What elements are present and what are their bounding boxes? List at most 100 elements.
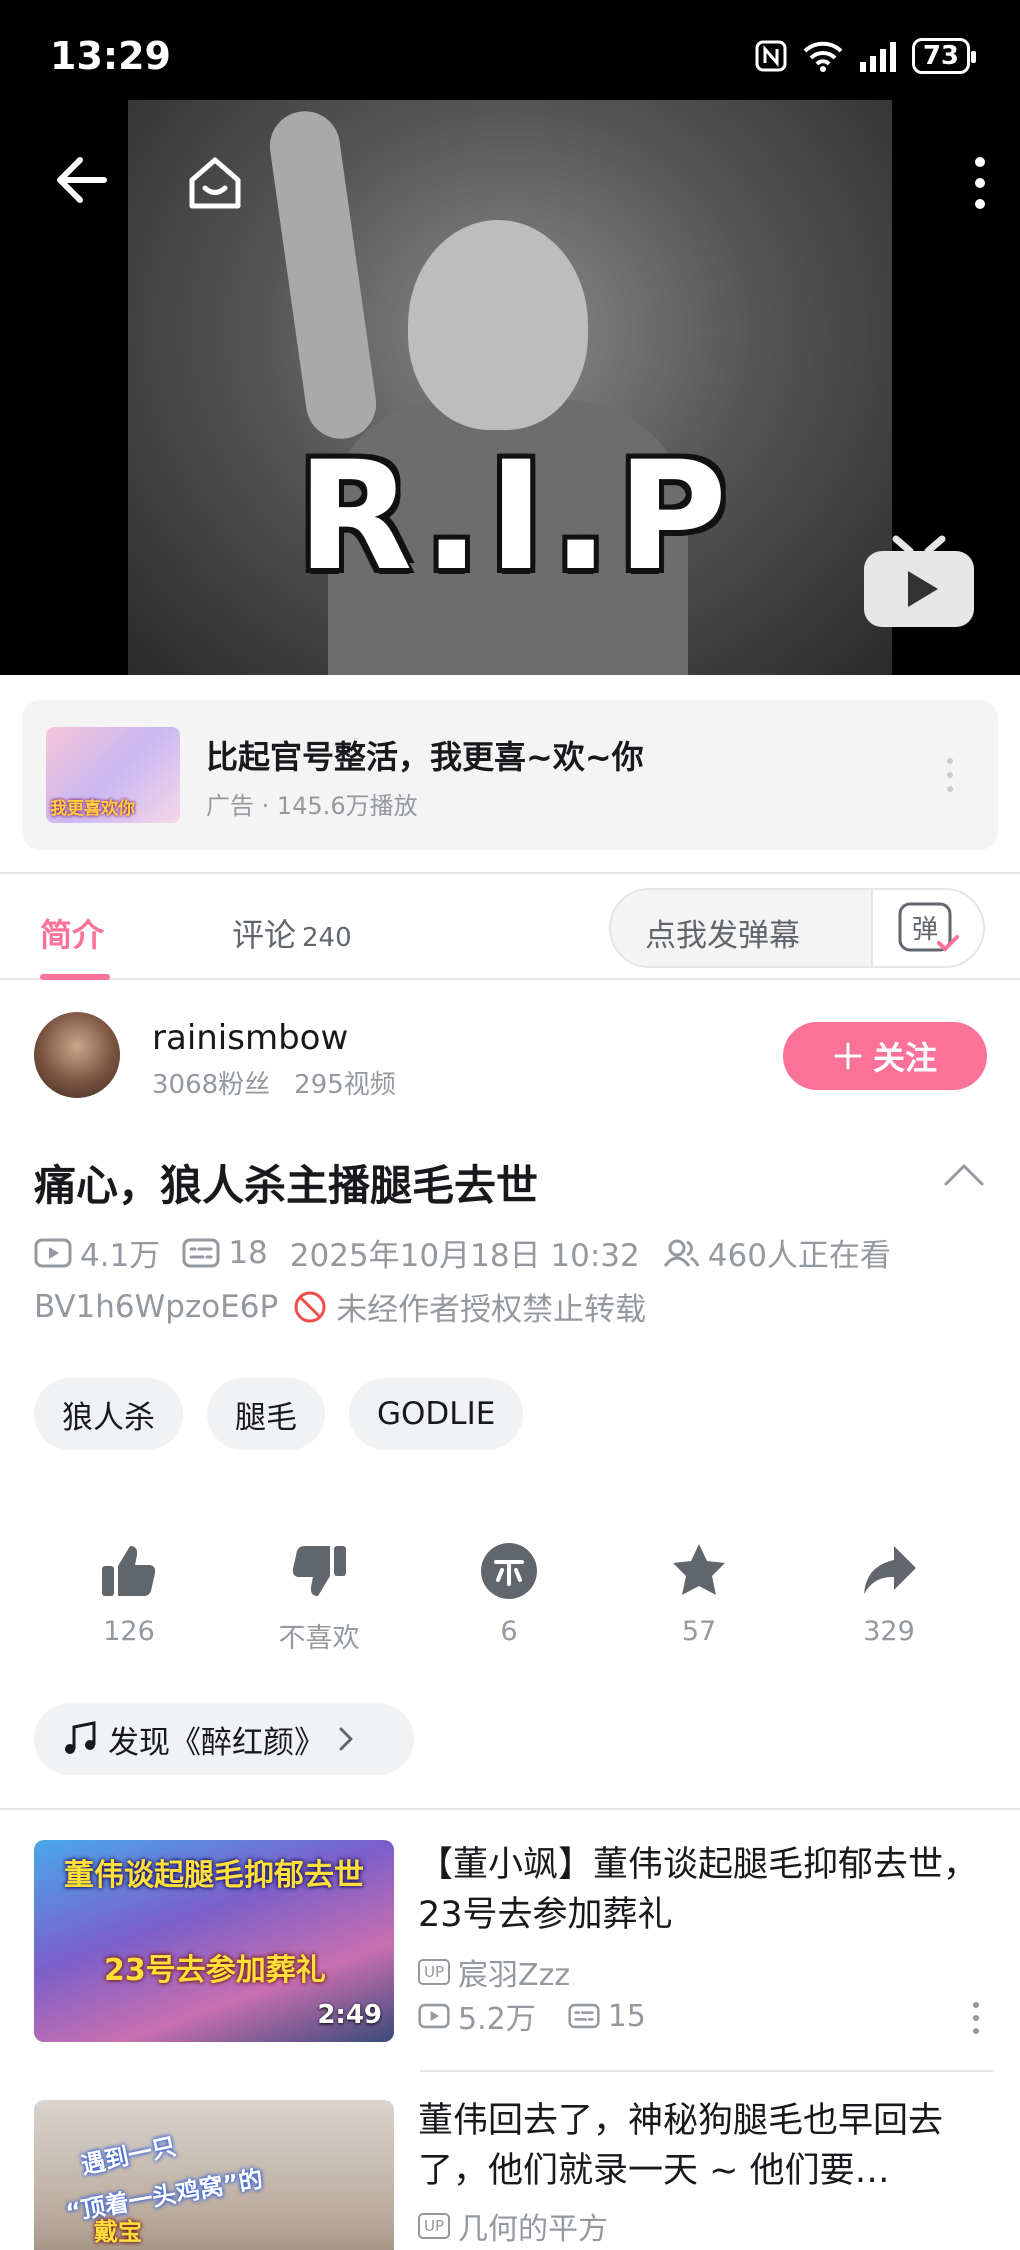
recommended-video[interactable]: 遇到一只 “顶着一头鸡窝”的 戴宝 董伟回去了，神秘狗腿毛也早回去了，他们就录一… [34, 2100, 994, 2250]
music-note-icon [65, 1721, 96, 1754]
up-badge: UP [418, 1959, 451, 1985]
uploader-fans: 3068粉丝 [152, 1070, 271, 1100]
signal-icon [859, 42, 896, 72]
dislike-label: 不喜欢 [278, 1623, 360, 1654]
plus-icon [834, 1042, 862, 1070]
tag-chip[interactable]: 狼人杀 [34, 1378, 183, 1450]
danmaku-toggle-button[interactable]: 弹 [871, 890, 983, 966]
danmaku-input[interactable]: 点我发弹幕 弹 [609, 888, 985, 968]
tab-comments[interactable]: 评论 240 [232, 910, 352, 956]
recommended-stats: 5.2万 15 [418, 1994, 646, 2038]
video-figure-arm [265, 106, 381, 444]
video-player[interactable]: R.I.P [0, 100, 1020, 675]
status-time: 13:29 [50, 34, 171, 78]
favorite-count: 57 [681, 1616, 717, 1647]
music-discover-chip[interactable]: 发现《醉红颜》 [34, 1703, 414, 1775]
recommended-thumbnail: 董伟谈起腿毛抑郁去世 23号去参加葬礼 2:49 [34, 1840, 394, 2042]
like-button[interactable]: 126 [59, 1540, 199, 1647]
video-id-row: BV1h6WpzoE6P 未经作者授权禁止转载 [34, 1284, 646, 1329]
recommended-video[interactable]: 董伟谈起腿毛抑郁去世 23号去参加葬礼 2:49 【董小飒】董伟谈起腿毛抑郁去世… [34, 1840, 994, 2050]
favorite-button[interactable]: 57 [629, 1540, 769, 1647]
tab-active-indicator [40, 974, 110, 980]
recommended-uploader: 宸羽Zzz [458, 1958, 571, 1993]
tag-chip[interactable]: 腿毛 [207, 1378, 325, 1450]
uploader-name[interactable]: rainismbow [152, 1018, 348, 1058]
chevron-right-icon [339, 1727, 353, 1751]
ad-thumbnail: 我更喜欢你 [46, 727, 180, 823]
no-repost-icon [294, 1291, 326, 1322]
danmaku-icon: 弹 [898, 902, 959, 952]
watching-count: 460人正在看 [707, 1238, 891, 1274]
copyright-notice: 未经作者授权禁止转载 [336, 1292, 647, 1328]
danmaku-count-icon [182, 1238, 220, 1267]
recommended-title: 董伟回去了，神秘狗腿毛也早回去了，他们就录一天 ~ 他们要… [418, 2101, 944, 2191]
follow-button[interactable]: 关注 [783, 1022, 987, 1090]
uploader-stats: 3068粉丝 295视频 [152, 1064, 396, 1101]
status-icons: 73 [754, 38, 977, 74]
nfc-icon [755, 40, 787, 72]
recommended-uploader: 几何的平方 [458, 2212, 609, 2247]
up-badge: UP [418, 2213, 451, 2239]
tv-play-icon[interactable] [860, 525, 978, 630]
thumbnail-text-1: 遇到一只 [78, 2132, 179, 2180]
section-divider [0, 1808, 1020, 1810]
ad-thumbnail-caption: 我更喜欢你 [50, 799, 135, 819]
dislike-button[interactable]: 不喜欢 [249, 1540, 389, 1655]
like-count: 126 [103, 1616, 155, 1647]
viewers-icon [663, 1239, 700, 1267]
video-overlay-text: R.I.P [297, 430, 735, 604]
more-options-icon[interactable] [970, 2000, 982, 2036]
publish-datetime: 2025年10月18日 10:32 [289, 1238, 640, 1274]
coin-icon [481, 1543, 537, 1599]
share-count: 329 [863, 1616, 915, 1647]
recommended-uploader-row: UP 宸羽Zzz [418, 1950, 570, 1994]
video-meta-row: 4.1万 18 2025年10月18日 10:32 460人正在看 [34, 1230, 891, 1275]
recommended-uploader-row: UP 几何的平方 [418, 2204, 608, 2248]
thumbnail-bottom-text: 23号去参加葬礼 [104, 1953, 326, 1988]
more-options-icon[interactable] [960, 150, 1000, 216]
danmaku-icon-text: 弹 [912, 915, 938, 945]
recommended-danmaku: 15 [607, 1998, 646, 2034]
thumbnail-top-text: 董伟谈起腿毛抑郁去世 [64, 1858, 364, 1893]
wifi-icon [803, 41, 843, 72]
ad-subtitle: 广告 · 145.6万播放 [206, 792, 418, 820]
coin-button[interactable]: 6 [439, 1540, 579, 1647]
chevron-up-icon[interactable] [942, 1160, 986, 1190]
home-icon[interactable] [182, 150, 248, 216]
ad-more-icon[interactable] [940, 755, 960, 795]
tab-comments-label: 评论 [232, 916, 297, 954]
danmaku-count-icon [568, 2003, 600, 2029]
recommended-views: 5.2万 [458, 2002, 536, 2037]
tag-chip[interactable]: GODLIE [349, 1378, 524, 1450]
recommended-thumbnail: 遇到一只 “顶着一头鸡窝”的 戴宝 [34, 2100, 394, 2250]
thumbs-down-icon [292, 1546, 346, 1596]
danmaku-count: 18 [228, 1234, 268, 1271]
video-tabs: 简介 评论 240 点我发弹幕 弹 [0, 872, 1020, 980]
uploader-video-count: 295视频 [294, 1070, 396, 1100]
uploader-avatar[interactable] [34, 1012, 120, 1098]
danmaku-placeholder: 点我发弹幕 [645, 918, 800, 954]
thumbnail-text-3: 戴宝 [94, 2218, 142, 2246]
ad-title: 比起官号整活，我更喜~欢~你 [206, 738, 644, 776]
share-icon [864, 1546, 916, 1594]
video-duration: 2:49 [317, 2000, 382, 2030]
ad-card[interactable]: 我更喜欢你 比起官号整活，我更喜~欢~你 广告 · 145.6万播放 [22, 700, 998, 850]
tab-intro[interactable]: 简介 [40, 910, 104, 956]
video-title: 痛心，狼人杀主播腿毛去世 [34, 1161, 539, 1210]
share-button[interactable]: 329 [819, 1540, 959, 1647]
play-count-icon [34, 1238, 72, 1267]
follow-label: 关注 [872, 1039, 937, 1077]
video-bvid[interactable]: BV1h6WpzoE6P [34, 1289, 278, 1325]
recommended-title: 【董小飒】董伟谈起腿毛抑郁去世，23号去参加葬礼 [418, 1845, 979, 1935]
tab-comments-count: 240 [302, 923, 352, 953]
video-figure-head [408, 220, 588, 430]
play-count-icon [418, 2003, 450, 2029]
coin-count: 6 [500, 1616, 518, 1647]
list-separator [420, 2070, 994, 2072]
battery-indicator: 73 [911, 38, 977, 74]
view-count: 4.1万 [80, 1238, 161, 1274]
action-bar: 126 不喜欢 6 57 329 [0, 1540, 1020, 1660]
star-icon [673, 1544, 725, 1595]
back-arrow-icon[interactable] [50, 150, 110, 210]
status-bar: 13:29 73 [0, 0, 1020, 100]
